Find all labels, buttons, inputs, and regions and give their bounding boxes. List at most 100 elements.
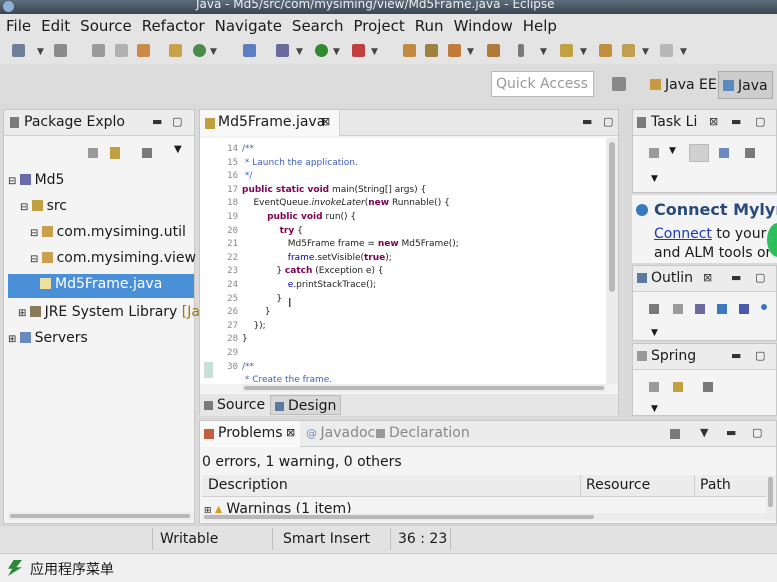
hide-static-icon[interactable]: [717, 304, 727, 314]
column-path[interactable]: Path: [700, 477, 731, 493]
chevron-down-icon[interactable]: ▼: [642, 47, 649, 57]
menu-file[interactable]: File: [2, 17, 35, 35]
minimize-icon[interactable]: ▬: [582, 115, 592, 128]
hide-local-types-icon[interactable]: [761, 304, 767, 310]
open-type-icon[interactable]: [403, 44, 416, 57]
minimize-icon[interactable]: ▬: [152, 115, 162, 128]
minimize-icon[interactable]: ▬: [731, 115, 741, 128]
tree-item-servers[interactable]: ⊞ Servers: [8, 330, 88, 346]
maximize-icon[interactable]: ▢: [755, 349, 765, 362]
collapse-all-icon[interactable]: [88, 148, 98, 158]
maximize-icon[interactable]: ▢: [172, 115, 182, 128]
tree-item-jre[interactable]: ⊞ JRE System Library [Jav: [18, 304, 208, 320]
menu-source[interactable]: Source: [76, 17, 136, 35]
close-icon[interactable]: ⊠: [709, 115, 718, 128]
chevron-down-icon[interactable]: ▼: [680, 47, 687, 57]
maximize-icon[interactable]: ▢: [752, 426, 762, 439]
server-icon[interactable]: [169, 44, 182, 57]
new-icon[interactable]: [12, 44, 25, 57]
perspective-java[interactable]: Java: [718, 71, 773, 99]
chevron-down-icon[interactable]: ▼: [580, 47, 587, 57]
menu-edit[interactable]: Edit: [37, 17, 74, 35]
scheduled-icon[interactable]: [719, 148, 729, 158]
editor-horizontal-scrollbar[interactable]: [242, 384, 606, 392]
back-icon[interactable]: [622, 44, 635, 57]
application-menu[interactable]: 应用程序菜单: [30, 559, 114, 579]
link-editor-icon[interactable]: [110, 147, 120, 159]
refresh-icon[interactable]: [193, 44, 206, 57]
hide-fields-icon[interactable]: [695, 304, 705, 314]
next-annotation-icon[interactable]: [560, 44, 573, 57]
chevron-down-icon[interactable]: ▼: [700, 426, 708, 439]
chevron-down-icon[interactable]: ▼: [651, 328, 658, 338]
scroll-thumb[interactable]: [10, 514, 190, 518]
chevron-down-icon[interactable]: ▼: [333, 47, 340, 57]
open-perspective-icon[interactable]: [612, 77, 626, 91]
minimize-icon[interactable]: ▬: [731, 271, 741, 284]
tab-problems[interactable]: Problems ⊠: [200, 421, 300, 447]
chevron-down-icon[interactable]: ▼: [37, 47, 44, 57]
skip-breakpoints-icon[interactable]: [243, 44, 256, 57]
chevron-down-icon[interactable]: ▼: [651, 404, 658, 414]
publish-icon[interactable]: [137, 44, 150, 57]
previous-edit-icon[interactable]: [599, 44, 612, 57]
task-list-title[interactable]: Task Li: [651, 114, 697, 130]
editor-vertical-scrollbar[interactable]: [606, 138, 618, 384]
minimize-icon[interactable]: ▬: [731, 349, 741, 362]
sort-icon[interactable]: [673, 304, 683, 314]
menu-window[interactable]: Window: [450, 17, 517, 35]
menu-search[interactable]: Search: [288, 17, 348, 35]
view-menu-icon[interactable]: [142, 148, 152, 158]
collapse-all-icon[interactable]: [649, 304, 659, 314]
external-tools-icon[interactable]: [352, 44, 365, 57]
view-menu-icon[interactable]: [703, 382, 713, 392]
tree-item-md5[interactable]: ⊟ Md5: [8, 172, 64, 188]
menu-help[interactable]: Help: [519, 17, 561, 35]
connect-link[interactable]: Connect: [654, 226, 712, 242]
tab-design[interactable]: Design: [270, 395, 342, 415]
problems-vertical-scrollbar[interactable]: [766, 475, 776, 521]
scroll-thumb[interactable]: [204, 515, 594, 519]
tree-item-util[interactable]: ⊟ com.mysiming.util: [30, 224, 186, 240]
scroll-thumb[interactable]: [609, 142, 615, 292]
problems-horizontal-scrollbar[interactable]: [202, 513, 766, 521]
close-icon[interactable]: ⊠: [286, 426, 295, 439]
column-description[interactable]: Description: [208, 477, 288, 493]
close-icon[interactable]: ⊠: [321, 115, 330, 128]
scroll-thumb[interactable]: [768, 477, 773, 507]
new-task-icon[interactable]: [649, 148, 659, 158]
view-menu-icon[interactable]: [670, 429, 680, 439]
annotation-icon[interactable]: [518, 44, 524, 57]
hide-nonpublic-icon[interactable]: [739, 304, 749, 314]
chevron-down-icon[interactable]: ▼: [210, 47, 217, 57]
horizontal-scrollbar[interactable]: [8, 512, 194, 520]
run-icon[interactable]: [315, 44, 328, 57]
chevron-down-icon[interactable]: ▼: [296, 47, 303, 57]
tree-item-src[interactable]: ⊟ src: [20, 198, 67, 214]
spring-title[interactable]: Spring: [651, 348, 696, 364]
menu-refactor[interactable]: Refactor: [138, 17, 209, 35]
perspective-java-ee[interactable]: Java EE: [646, 71, 721, 99]
quick-access-input[interactable]: Quick Access: [491, 71, 594, 97]
menu-project[interactable]: Project: [349, 17, 408, 35]
outline-title[interactable]: Outlin: [651, 270, 693, 286]
print-icon[interactable]: [115, 44, 128, 57]
tab-declaration[interactable]: Declaration: [376, 425, 470, 441]
chevron-down-icon[interactable]: ▼: [467, 47, 474, 57]
chevron-down-icon[interactable]: ▼: [174, 144, 182, 155]
menu-run[interactable]: Run: [411, 17, 448, 35]
forward-icon[interactable]: [660, 44, 673, 57]
scroll-thumb[interactable]: [244, 386, 604, 390]
maximize-icon[interactable]: ▢: [603, 115, 613, 128]
tree-item-md5frame-selected[interactable]: Md5Frame.java: [8, 274, 194, 298]
open-task-icon[interactable]: [425, 44, 438, 57]
package-explorer-title[interactable]: Package Explo: [24, 114, 125, 130]
chevron-down-icon[interactable]: ▼: [651, 174, 658, 184]
chevron-down-icon[interactable]: ▼: [669, 146, 676, 156]
chevron-down-icon[interactable]: ▼: [371, 47, 378, 57]
chevron-down-icon[interactable]: ▼: [540, 47, 547, 57]
close-icon[interactable]: ⊠: [703, 271, 712, 284]
code-area[interactable]: 14 /** 15 * Launch the application. 16 */ 17…: [200, 138, 606, 384]
minimize-icon[interactable]: ▬: [726, 426, 736, 439]
debug-icon[interactable]: [276, 44, 289, 57]
